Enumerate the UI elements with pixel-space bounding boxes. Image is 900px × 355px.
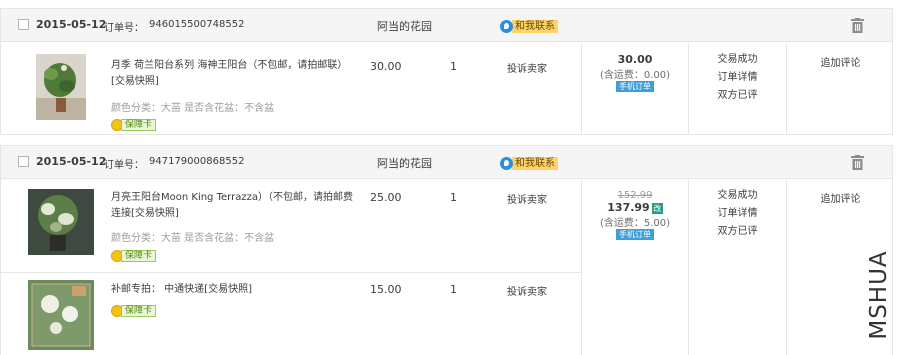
payment-column: 30.00 (含运费：0.00) 手机订单 (582, 53, 688, 92)
order-total: 30.00 (617, 53, 653, 66)
shop-name-link[interactable]: 阿当的花园 (377, 18, 432, 34)
mobile-order-tag: 手机订单 (616, 229, 654, 240)
contact-seller-label: 和我联系 (512, 20, 558, 33)
guarantee-badge[interactable]: 保障卡 (111, 249, 157, 262)
guarantee-badge-label: 保障卡 (121, 304, 157, 317)
order-card: 2015-05-12 订单号： 946015500748552 阿当的花园 和我… (0, 8, 893, 135)
order-card: 2015-05-12 订单号： 947179000868552 阿当的花园 和我… (0, 145, 893, 355)
product-sku: 颜色分类：大苗 是否含花盆：不含盆 (111, 233, 275, 244)
shipping-fee: (含运费：5.00) (599, 218, 671, 229)
unit-price: 30.00 (370, 60, 402, 73)
divider (786, 180, 787, 355)
complain-seller-link[interactable]: 投诉卖家 (507, 191, 547, 206)
product-thumbnail[interactable] (28, 189, 94, 255)
product-thumbnail[interactable] (28, 280, 94, 350)
checkbox-icon[interactable] (18, 156, 29, 167)
trade-status: 交易成功 (717, 54, 758, 65)
review-status: 双方已评 (717, 90, 758, 101)
watermark-text: MSHUA (866, 250, 892, 340)
product-sku: 颜色分类：大苗 是否含花盆：不含盆 (111, 103, 275, 114)
unit-price: 15.00 (370, 283, 402, 296)
shipping-fee: (含运费：0.00) (599, 70, 671, 81)
trash-icon[interactable] (851, 18, 864, 33)
unit-price: 25.00 (370, 191, 402, 204)
order-details-link[interactable]: 订单详情 (689, 69, 786, 87)
contact-seller-button[interactable]: 和我联系 (500, 156, 558, 171)
review-status: 双方已评 (717, 226, 758, 237)
price-changed-icon: 改 (651, 202, 663, 214)
contact-seller-button[interactable]: 和我联系 (500, 19, 558, 34)
product-title-link[interactable]: 补邮专拍： 中通快递[交易快照] (111, 282, 356, 298)
order-date: 2015-05-12 (36, 155, 107, 168)
guarantee-badge-label: 保障卡 (121, 249, 157, 262)
guarantee-badge[interactable]: 保障卡 (111, 118, 157, 131)
order-details-link[interactable]: 订单详情 (689, 205, 786, 223)
order-date: 2015-05-12 (36, 18, 107, 31)
order-number: 946015500748552 (149, 19, 245, 30)
quantity: 1 (450, 283, 457, 296)
watermark: MSHUA (862, 240, 896, 350)
chat-icon (500, 20, 513, 33)
review-column: 追加评论 (787, 190, 894, 205)
order-number: 947179000868552 (149, 156, 245, 167)
add-review-link[interactable]: 追加评论 (821, 58, 861, 69)
quantity: 1 (450, 191, 457, 204)
add-review-link[interactable]: 追加评论 (821, 194, 861, 205)
order-item-row: 月季 荷兰阳台系列 海神王阳台（不包邮，请拍邮联）[交易快照] 颜色分类：大苗 … (1, 43, 581, 135)
complain-seller-link[interactable]: 投诉卖家 (507, 60, 547, 75)
status-column: 交易成功 订单详情 双方已评 (689, 51, 786, 105)
order-number-label: 订单号： (104, 160, 144, 171)
product-thumbnail[interactable] (36, 54, 86, 120)
original-price: 152.99 (617, 190, 653, 201)
status-column: 交易成功 订单详情 双方已评 (689, 187, 786, 241)
order-number-label: 订单号： (104, 23, 144, 34)
mobile-order-tag: 手机订单 (616, 81, 654, 92)
complain-seller-link[interactable]: 投诉卖家 (507, 283, 547, 298)
contact-seller-label: 和我联系 (512, 157, 558, 170)
quantity: 1 (450, 60, 457, 73)
payment-column: 152.99 137.99 改 (含运费：5.00) 手机订单 (582, 190, 688, 240)
order-header: 2015-05-12 订单号： 947179000868552 阿当的花园 和我… (1, 146, 892, 179)
product-title-link[interactable]: 月季 荷兰阳台系列 海神王阳台（不包邮，请拍邮联）[交易快照] (111, 58, 356, 90)
order-total: 137.99 (607, 201, 650, 214)
chat-icon (500, 157, 513, 170)
order-item-row: 补邮专拍： 中通快递[交易快照] 保障卡 15.00 1 投诉卖家 (1, 273, 581, 355)
checkbox-icon[interactable] (18, 19, 29, 30)
review-column: 追加评论 (787, 54, 894, 69)
product-title-link[interactable]: 月亮王阳台Moon King Terrazza）（不包邮，请拍邮费连接[交易快照… (111, 190, 356, 222)
guarantee-badge[interactable]: 保障卡 (111, 304, 157, 317)
trash-icon[interactable] (851, 155, 864, 170)
trade-status: 交易成功 (717, 190, 758, 201)
order-header: 2015-05-12 订单号： 946015500748552 阿当的花园 和我… (1, 9, 892, 42)
guarantee-badge-label: 保障卡 (121, 118, 157, 131)
order-item-row: 月亮王阳台Moon King Terrazza）（不包邮，请拍邮费连接[交易快照… (1, 180, 581, 272)
shop-name-link[interactable]: 阿当的花园 (377, 155, 432, 171)
